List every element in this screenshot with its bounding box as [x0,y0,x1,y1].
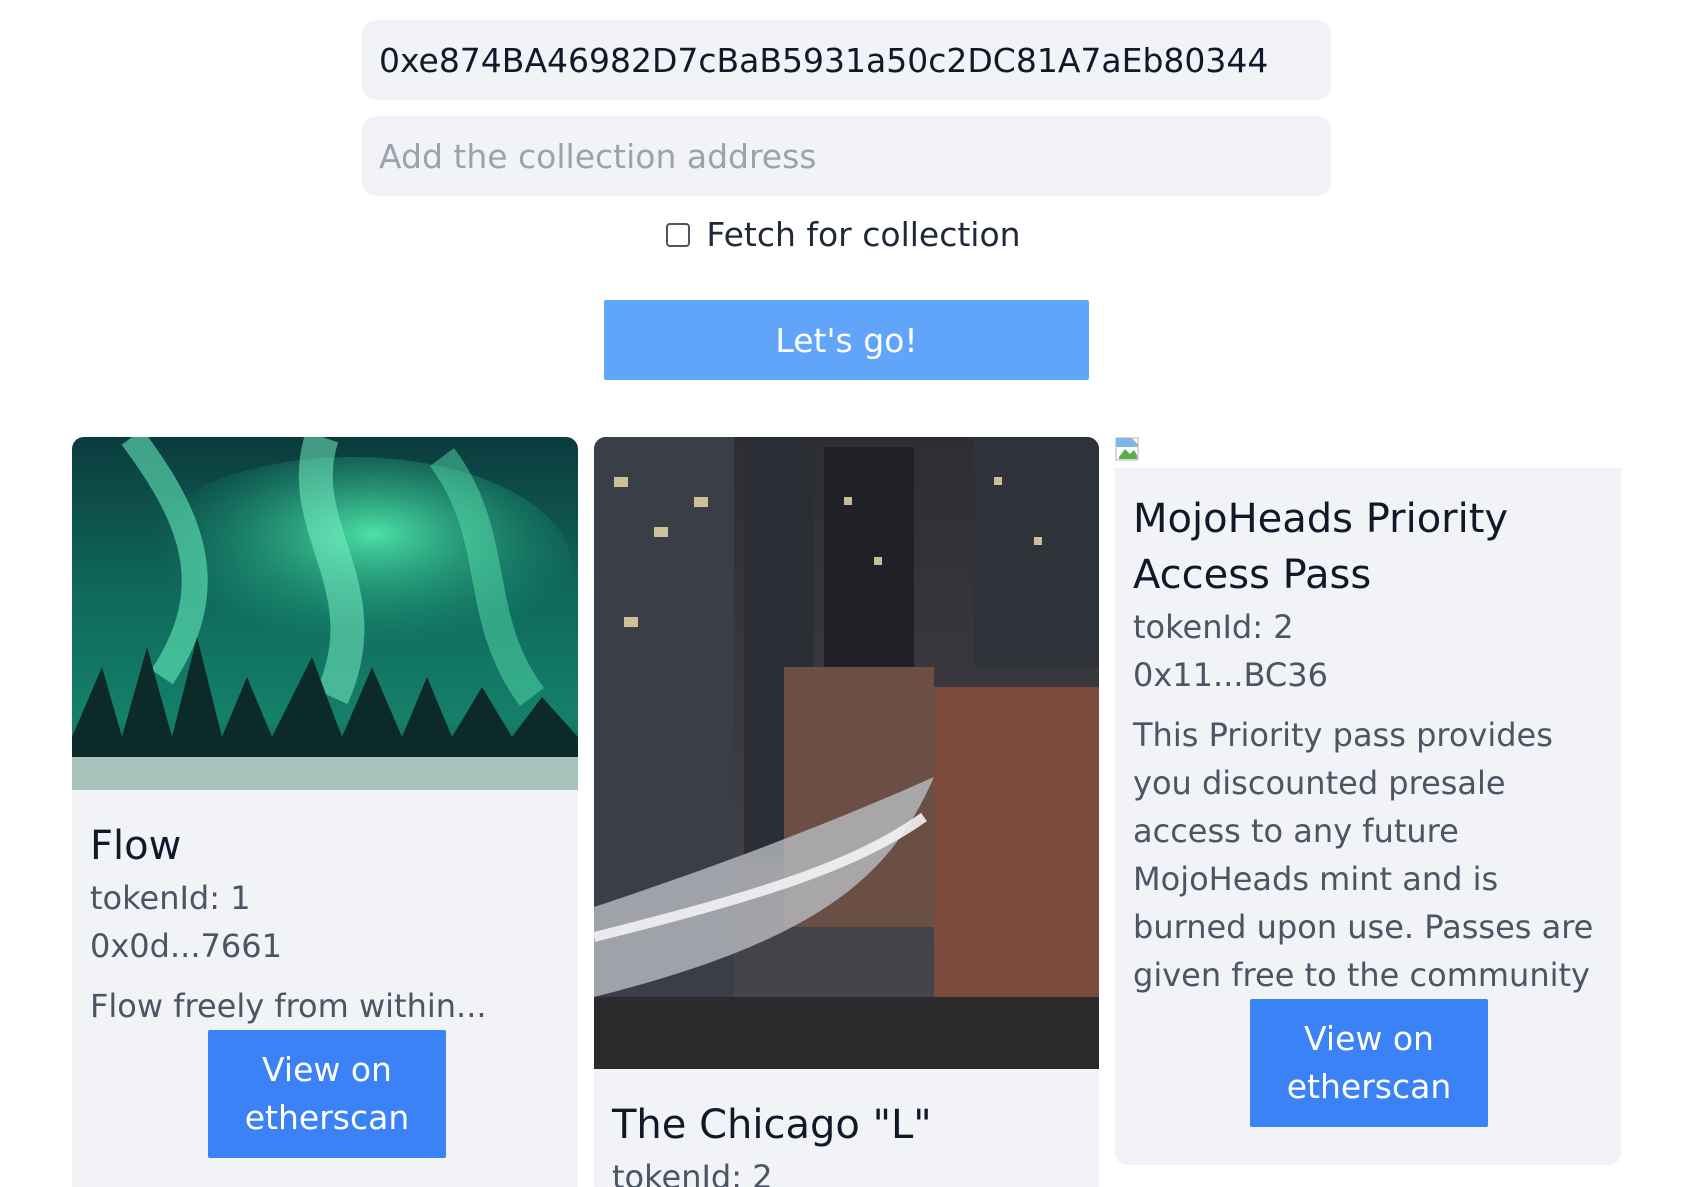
nft-card-mojoheads: MojoHeads Priority Access Pass tokenId: … [1115,468,1621,1165]
nft-card-flow: Flow tokenId: 1 0x0d...7661 Flow freely … [72,437,578,1187]
fetch-collection-row: Fetch for collection [0,215,1687,254]
card-title: MojoHeads Priority Access Pass [1133,496,1509,598]
broken-image-icon [1115,437,1139,461]
card-token-id: tokenId: 2 [1133,608,1294,646]
nft-card-chicago: The Chicago "L" tokenId: 2 [594,437,1099,1187]
card-description: Flow freely from within... [90,987,487,1025]
card-token-id: tokenId: 2 [612,1158,773,1187]
card-token-id: tokenId: 1 [90,879,251,917]
card-title: Flow [90,823,182,869]
fetch-collection-checkbox[interactable] [666,222,691,247]
view-on-etherscan-button[interactable]: View on etherscan [208,1030,446,1158]
wallet-address-input[interactable] [362,20,1331,100]
collection-address-input[interactable] [362,116,1331,196]
aurora-image [72,437,578,790]
card-address: 0x11...BC36 [1133,656,1328,694]
lets-go-button[interactable]: Let's go! [604,300,1089,380]
fetch-collection-label[interactable]: Fetch for collection [706,215,1020,254]
view-on-etherscan-button[interactable]: View on etherscan [1250,999,1488,1127]
card-title: The Chicago "L" [612,1102,932,1148]
card-address: 0x0d...7661 [90,927,282,965]
chicago-image [594,437,1099,1069]
card-description: This Priority pass provides you discount… [1133,716,1594,994]
